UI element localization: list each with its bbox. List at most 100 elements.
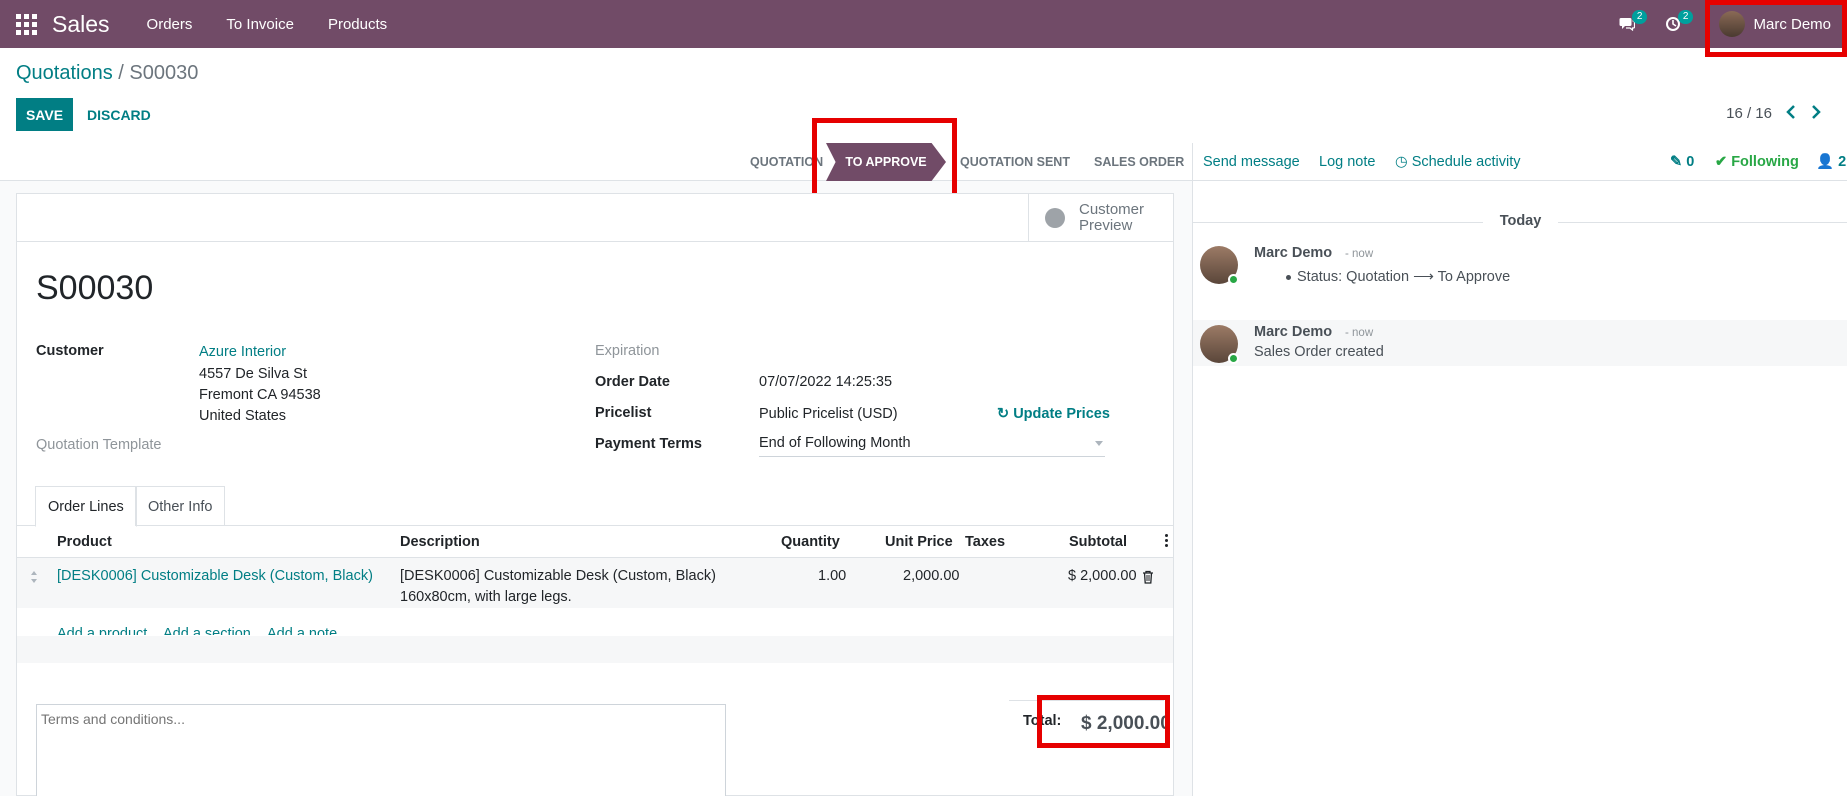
activities-clock-icon[interactable]: 2 [1659,10,1694,38]
apps-menu-icon[interactable] [15,13,37,35]
check-icon: ✔ [1715,154,1728,170]
line-description-2[interactable]: 160x80cm, with large legs. [400,587,572,608]
total-divider [1009,700,1164,701]
pricelist-label: Pricelist [595,405,652,421]
user-name: Marc Demo [1753,15,1831,33]
online-status-icon [1228,353,1239,364]
breadcrumb-current: S00030 [129,62,199,84]
total-label: Total: [1023,713,1062,729]
stage-quotation[interactable]: QUOTATION [750,143,823,181]
menu-to-invoice[interactable]: To Invoice [209,16,311,33]
message-body: Sales Order created [1254,344,1384,360]
order-title: S00030 [36,269,154,307]
caret-down-icon [1095,441,1103,446]
breadcrumb-quotations[interactable]: Quotations [16,62,113,84]
following-button[interactable]: ✔ Following [1715,143,1799,181]
followers-button[interactable]: 👤 2 [1816,143,1846,181]
pager-value[interactable]: 16 / 16 [1726,105,1772,122]
order-date-label: Order Date [595,374,670,390]
order-date-value[interactable]: 07/07/2022 14:25:35 [759,374,892,390]
payment-terms-label: Payment Terms [595,436,702,452]
user-menu[interactable]: Marc Demo [1705,0,1847,48]
schedule-activity-button[interactable]: ◷ Schedule activity [1395,143,1521,181]
customer-preview-button[interactable]: Customer Preview [1028,194,1173,242]
chatter-message: Marc Demo - now Sales Order created [1193,320,1847,366]
message-author[interactable]: Marc Demo [1254,245,1332,261]
col-product[interactable]: Product [57,526,112,558]
pricelist-value[interactable]: Public Pricelist (USD) [759,406,898,422]
messages-icon[interactable]: 2 [1613,10,1648,38]
line-subtotal: $ 2,000.00 [1068,568,1137,584]
optional-columns-icon[interactable] [1165,534,1169,549]
customer-name-link[interactable]: Azure Interior [199,344,286,360]
globe-icon [1045,208,1065,228]
drag-handle-icon[interactable] [30,570,38,584]
breadcrumb: Quotations / S00030 [16,62,198,85]
payment-terms-value: End of Following Month [759,435,911,451]
line-product[interactable]: [DESK0006] Customizable Desk (Custom, Bl… [57,566,373,587]
message-date: - now [1345,327,1374,339]
col-unit-price[interactable]: Unit Price [885,526,953,558]
terms-conditions-input[interactable] [36,704,726,796]
following-label: Following [1731,154,1799,170]
customer-preview-line2: Preview [1079,217,1133,234]
user-icon: 👤 [1816,154,1835,170]
chevron-left-icon[interactable] [1785,103,1797,124]
col-subtotal[interactable]: Subtotal [1069,526,1127,558]
stage-quotation-sent[interactable]: QUOTATION SENT [960,143,1070,181]
breadcrumb-separator: / [118,62,124,84]
trash-icon[interactable] [1142,570,1154,584]
table-empty-row [17,636,1173,663]
customer-address-line2: Fremont CA 94538 [199,387,321,403]
messages-badge: 2 [1631,10,1648,24]
attachments-count: 0 [1686,154,1695,170]
save-button[interactable]: SAVE [16,98,73,131]
date-separator: Today [1193,213,1847,229]
message-date: - now [1345,248,1374,260]
customer-address-line3: United States [199,408,287,424]
chevron-right-icon[interactable] [1810,103,1822,124]
schedule-activity-label: Schedule activity [1411,154,1521,170]
col-taxes[interactable]: Taxes [965,526,1005,558]
total-value: $ 2,000.00 [1081,713,1171,734]
statusbar: QUOTATION QUOTATION SENT SALES ORDER [0,143,1192,181]
stage-sales-order[interactable]: SALES ORDER [1094,143,1184,181]
stage-to-approve[interactable]: TO APPROVE [826,143,946,181]
customer-preview-line1: Customer [1079,201,1145,218]
user-avatar [1719,11,1746,37]
top-navbar: Sales Orders To Invoice Products 2 2 Mar… [0,0,1847,48]
log-note-button[interactable]: Log note [1319,143,1375,181]
bullet-icon [1286,275,1291,280]
activities-badge: 2 [1677,10,1694,24]
refresh-icon: ↻ [997,406,1010,422]
update-prices-label: Update Prices [1013,406,1110,422]
line-description-1[interactable]: [DESK0006] Customizable Desk (Custom, Bl… [400,566,716,587]
app-name[interactable]: Sales [52,11,110,38]
quotation-template-label: Quotation Template [36,437,162,453]
line-quantity[interactable]: 1.00 [818,566,846,587]
menu-orders[interactable]: Orders [130,16,210,33]
attachments-button[interactable]: ✎ 0 [1670,143,1694,181]
update-prices-button[interactable]: ↻ Update Prices [997,406,1110,422]
paperclip-icon: ✎ [1670,154,1683,170]
col-quantity[interactable]: Quantity [781,526,840,558]
form-tabs: Order Lines Other Info [17,486,1173,527]
order-lines-header: Product Description Quantity Unit Price … [17,526,1173,558]
col-description[interactable]: Description [400,526,480,558]
send-message-button[interactable]: Send message [1203,143,1300,181]
message-body: Status: Quotation ⟶ To Approve [1297,269,1511,285]
online-status-icon [1228,274,1239,285]
table-row[interactable]: [DESK0006] Customizable Desk (Custom, Bl… [17,558,1173,608]
menu-products[interactable]: Products [311,16,404,33]
button-box: Customer Preview [17,194,1173,242]
line-unit-price[interactable]: 2,000.00 [903,566,959,587]
payment-terms-select[interactable]: End of Following Month [759,435,1105,457]
followers-count: 2 [1838,154,1847,170]
discard-button[interactable]: DISCARD [87,98,151,131]
chatter-topbar: Send message Log note ◷ Schedule activit… [1193,143,1847,181]
clock-icon: ◷ [1395,154,1408,170]
message-author[interactable]: Marc Demo [1254,324,1332,340]
tab-other-info[interactable]: Other Info [135,486,226,526]
tab-order-lines[interactable]: Order Lines [35,486,137,527]
systray: 2 2 Marc Demo [1613,0,1847,48]
